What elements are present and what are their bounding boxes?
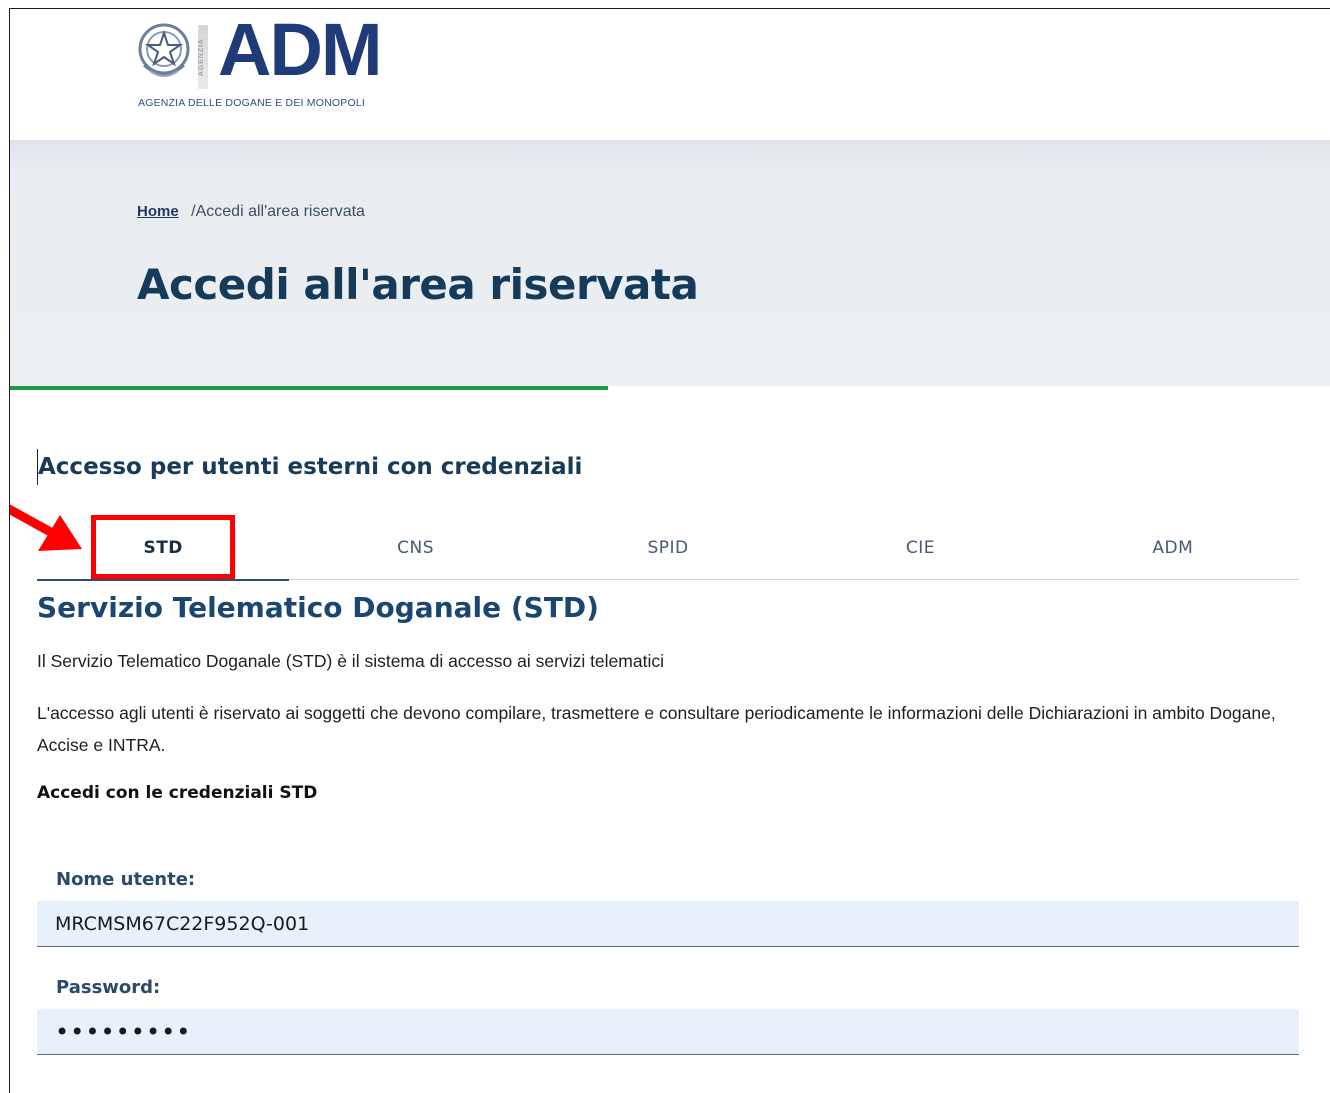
username-input[interactable] <box>37 901 1299 947</box>
logo-subtitle: AGENZIA DELLE DOGANE E DEI MONOPOLI <box>138 97 365 109</box>
password-input[interactable] <box>37 1009 1299 1055</box>
tab-cie[interactable]: CIE <box>794 517 1046 579</box>
breadcrumb-current: Accedi all'area riservata <box>195 203 365 220</box>
tab-cns[interactable]: CNS <box>289 517 541 579</box>
login-heading: Accedi con le credenziali STD <box>37 783 318 803</box>
logo-wordmark: ADM <box>218 8 383 91</box>
accent-divider <box>10 386 608 390</box>
annotation-arrow-icon <box>10 504 82 551</box>
breadcrumb-home-link[interactable]: Home <box>137 203 179 220</box>
section-heading: Accesso per utenti esterni con credenzia… <box>37 449 582 485</box>
breadcrumb: Home /Accedi all'area riservata <box>137 203 365 221</box>
service-description: Il Servizio Telematico Doganale (STD) è … <box>37 651 664 671</box>
hero-band: Home /Accedi all'area riservata Accedi a… <box>10 140 1330 386</box>
annotation-highlight-box <box>91 515 235 579</box>
italian-republic-emblem-icon <box>138 23 190 77</box>
service-title: Servizio Telematico Doganale (STD) <box>37 591 599 624</box>
username-label: Nome utente: <box>56 869 196 890</box>
password-label: Password: <box>56 977 161 998</box>
adm-logo[interactable]: AGENZIA ADM AGENZIA DELLE DOGANE E DEI M… <box>136 13 416 117</box>
tab-spid[interactable]: SPID <box>542 517 794 579</box>
logo-vertical-text: AGENZIA <box>198 25 208 89</box>
tab-adm[interactable]: ADM <box>1047 517 1299 579</box>
access-description: L'accesso agli utenti è riservato ai sog… <box>37 703 1276 755</box>
page-frame: AGENZIA ADM AGENZIA DELLE DOGANE E DEI M… <box>9 8 1330 1093</box>
site-header: AGENZIA ADM AGENZIA DELLE DOGANE E DEI M… <box>10 9 1330 140</box>
page-title: Accedi all'area riservata <box>137 260 699 309</box>
